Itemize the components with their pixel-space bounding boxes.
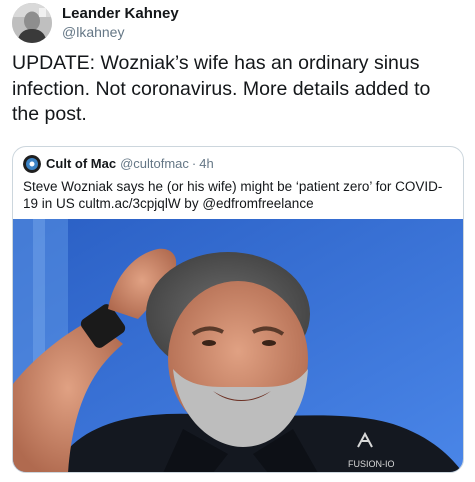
author-handle[interactable]: @lkahney xyxy=(62,23,179,41)
avatar-image xyxy=(12,3,52,43)
cultofmac-logo-icon xyxy=(23,155,41,173)
tweet-text: UPDATE: Wozniak’s wife has an ordinary s… xyxy=(12,52,431,125)
quoted-tweet-photo[interactable]: FUSION-IO xyxy=(13,219,463,472)
quoted-author-handle: @cultofmac xyxy=(120,156,189,171)
quoted-tweet-time[interactable]: 4h xyxy=(199,155,213,173)
author-display-name[interactable]: Leander Kahney xyxy=(62,4,179,23)
tweet-header: Leander Kahney @lkahney xyxy=(12,3,179,43)
quoted-tweet-header: Cult of Mac @cultofmac · 4h xyxy=(23,155,214,173)
quoted-tweet-card[interactable]: Cult of Mac @cultofmac · 4h Steve Woznia… xyxy=(12,146,464,473)
time-separator: · xyxy=(191,156,197,171)
author-avatar[interactable] xyxy=(12,3,52,43)
quoted-author-display-name: Cult of Mac xyxy=(46,156,117,171)
quoted-tweet-text: Steve Wozniak says he (or his wife) migh… xyxy=(23,179,443,211)
author-names: Leander Kahney @lkahney xyxy=(62,4,179,41)
tweet[interactable]: Leander Kahney @lkahney UPDATE: Wozniak’… xyxy=(0,0,475,482)
photo-wozniak-icon: FUSION-IO xyxy=(13,219,463,472)
quoted-author-avatar xyxy=(23,155,41,173)
shirt-logo-text: FUSION-IO xyxy=(348,459,395,469)
